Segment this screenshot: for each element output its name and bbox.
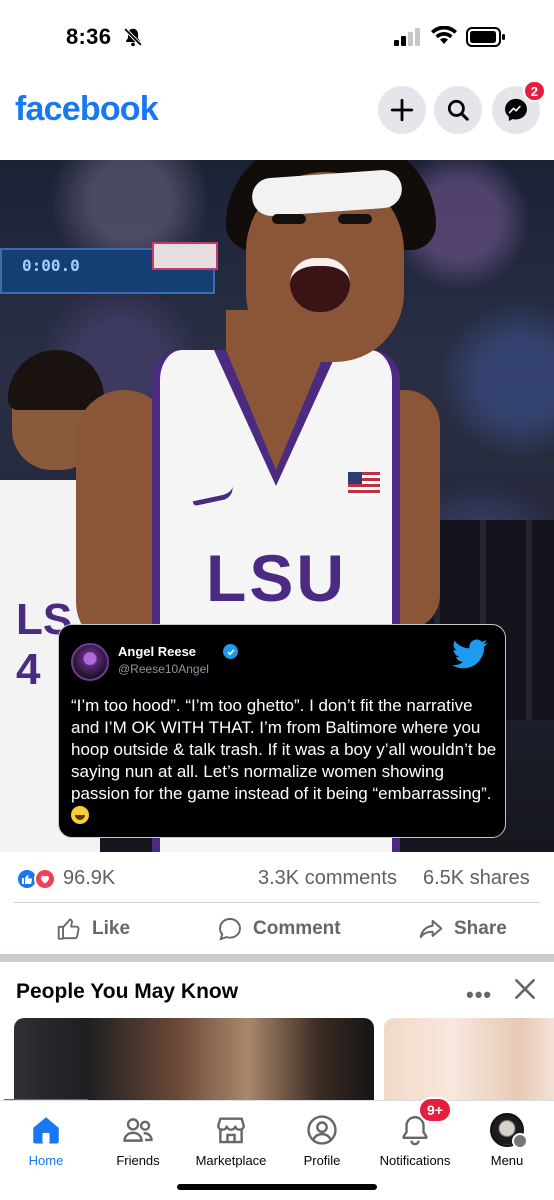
reaction-count[interactable]: 96.9K bbox=[63, 867, 115, 890]
cell-signal-icon bbox=[394, 28, 420, 46]
plus-icon bbox=[390, 98, 414, 122]
tweet-card: Angel Reese @Reese10Angel “I’m too hood”… bbox=[58, 624, 506, 838]
teammate-jersey-number: 4 bbox=[16, 645, 41, 694]
shares-count[interactable]: 6.5K shares bbox=[423, 867, 530, 890]
home-indicator bbox=[177, 1184, 377, 1190]
comment-bubble-icon bbox=[219, 918, 241, 941]
home-icon bbox=[33, 1117, 59, 1144]
twitter-bird-icon bbox=[452, 639, 488, 669]
smiley-emoji-icon bbox=[71, 806, 89, 824]
share-label: Share bbox=[454, 918, 507, 939]
thumbs-up-icon bbox=[57, 918, 80, 940]
comments-count[interactable]: 3.3K comments bbox=[258, 867, 397, 890]
pymk-card-photo[interactable] bbox=[384, 1018, 554, 1100]
battery-icon bbox=[466, 27, 505, 47]
feed-separator bbox=[0, 954, 554, 962]
messenger-button[interactable]: 2 bbox=[492, 80, 546, 134]
share-button[interactable]: Share bbox=[418, 916, 507, 942]
pymk-title: People You May Know bbox=[16, 980, 239, 1003]
jersey-lsu-text: LSU bbox=[206, 541, 347, 615]
divider bbox=[14, 902, 540, 903]
scoreboard-digits: 0:00.0 bbox=[22, 256, 80, 275]
verified-badge-icon bbox=[223, 644, 238, 659]
tweet-author-name: Angel Reese bbox=[118, 644, 197, 659]
messenger-badge: 2 bbox=[522, 80, 546, 102]
like-button[interactable]: Like bbox=[56, 916, 130, 942]
post-actions: Like Comment Share bbox=[0, 904, 554, 954]
close-button[interactable] bbox=[512, 976, 538, 1008]
tweet-text: “I’m too hood”. “I’m too ghetto”. I don’… bbox=[71, 696, 497, 803]
tab-menu[interactable]: Menu bbox=[452, 1101, 554, 1177]
love-reaction-icon bbox=[34, 868, 56, 890]
status-bar: 8:36 bbox=[0, 0, 554, 70]
search-button[interactable] bbox=[434, 86, 482, 134]
app-header: facebook 2 bbox=[0, 70, 554, 215]
tab-menu-label: Menu bbox=[490, 1153, 524, 1168]
wifi-icon bbox=[431, 26, 457, 44]
reactions-row: 96.9K 3.3K comments 6.5K shares bbox=[0, 852, 554, 904]
reaction-icons[interactable] bbox=[16, 868, 58, 890]
status-time: 8:36 bbox=[66, 24, 112, 49]
comment-label: Comment bbox=[253, 918, 341, 939]
menu-icon bbox=[512, 1133, 528, 1149]
pymk-card-photo[interactable] bbox=[14, 1018, 374, 1100]
messenger-icon bbox=[505, 98, 527, 122]
like-label: Like bbox=[92, 918, 131, 939]
profile-icon bbox=[307, 1115, 337, 1145]
close-icon bbox=[515, 979, 535, 999]
more-options-button[interactable]: ••• bbox=[466, 982, 492, 1008]
search-icon bbox=[447, 99, 469, 121]
marketplace-icon bbox=[217, 1117, 245, 1144]
notifications-badge: 9+ bbox=[418, 1097, 452, 1123]
user-avatar bbox=[490, 1113, 528, 1149]
comment-button[interactable]: Comment bbox=[217, 916, 341, 942]
tweet-avatar bbox=[71, 643, 109, 681]
share-arrow-icon bbox=[419, 919, 443, 939]
facebook-logo[interactable]: facebook bbox=[15, 90, 159, 129]
bell-muted-icon bbox=[123, 27, 143, 47]
create-button[interactable] bbox=[378, 86, 426, 134]
us-flag-icon bbox=[348, 472, 380, 496]
friends-icon bbox=[123, 1118, 153, 1142]
tweet-author-handle: @Reese10Angel bbox=[118, 662, 209, 676]
